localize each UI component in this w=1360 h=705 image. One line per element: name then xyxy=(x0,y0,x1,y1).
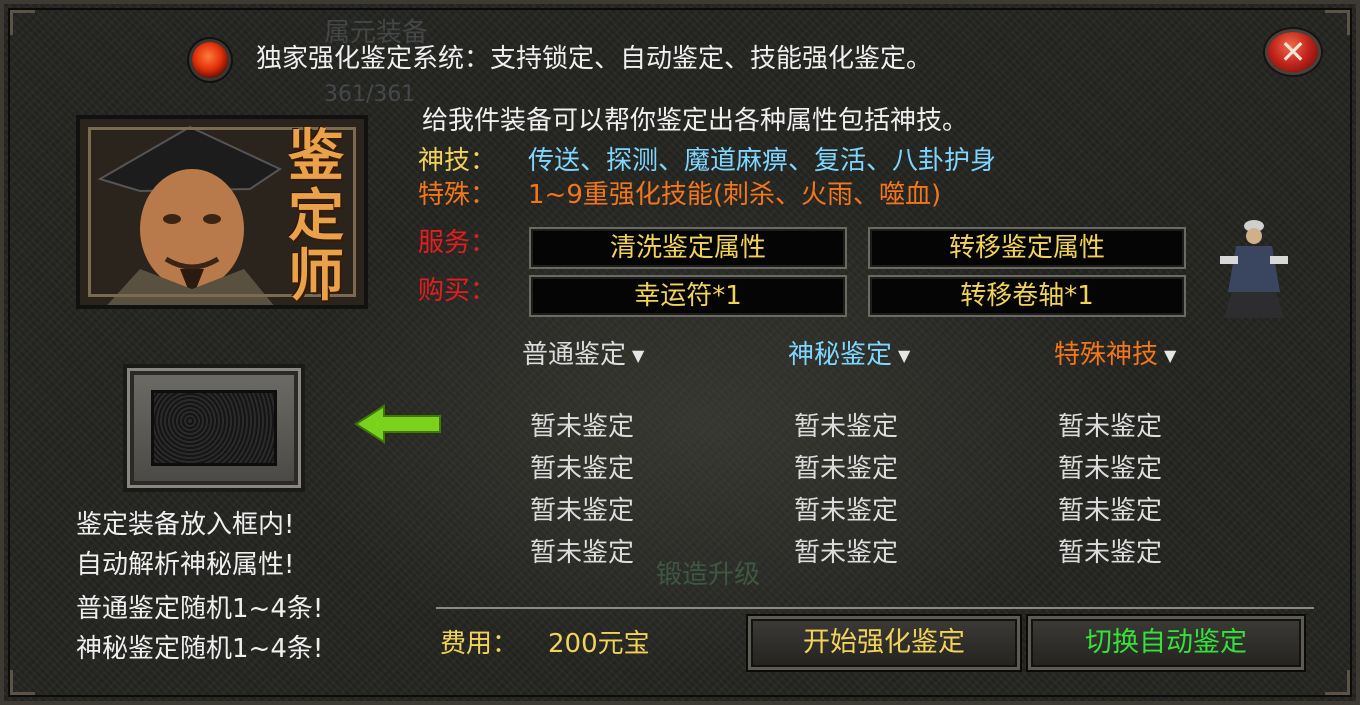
column-mystic-title: 神秘鉴定 xyxy=(788,340,893,370)
instruction-line: 神秘鉴定随机1~4条! xyxy=(76,634,324,664)
cost-label: 费用： xyxy=(440,629,519,659)
special-label: 特殊： xyxy=(418,180,497,210)
mystic-result: 暂未鉴定 xyxy=(794,496,899,526)
column-normal-title: 普通鉴定 xyxy=(522,340,627,370)
instruction-line: 鉴定装备放入框内! xyxy=(76,510,295,540)
normal-result: 暂未鉴定 xyxy=(530,496,635,526)
portrait-title-char: 鉴 xyxy=(288,123,344,189)
dialog-title: 独家强化鉴定系统：支持锁定、自动鉴定、技能强化鉴定。 xyxy=(256,44,933,74)
start-identify-button[interactable]: 开始强化鉴定 xyxy=(748,616,1020,670)
clean-identify-button[interactable]: 清洗鉴定属性 xyxy=(529,227,847,269)
instruction-line: 普通鉴定随机1~4条! xyxy=(76,594,324,624)
frame-corner xyxy=(10,670,35,695)
instruction-line: 自动解析神秘属性! xyxy=(76,550,295,580)
cost-value: 200元宝 xyxy=(548,629,650,659)
mystic-result: 暂未鉴定 xyxy=(794,538,899,568)
identify-dialog: 属元装备 361/361 独家强化鉴定系统：支持锁定、自动鉴定、技能强化鉴定。 … xyxy=(0,0,1360,705)
identifier-npc-portrait: 鉴 定 师 xyxy=(76,115,368,309)
normal-result: 暂未鉴定 xyxy=(530,454,635,484)
chevron-down-icon: ▼ xyxy=(898,345,911,365)
toggle-auto-identify-button[interactable]: 切换自动鉴定 xyxy=(1028,616,1304,670)
skills-list: 传送、探测、魔道麻痹、复活、八卦护身 xyxy=(528,146,997,176)
equipment-slot[interactable] xyxy=(123,364,305,492)
red-orb-icon xyxy=(192,42,228,78)
frame-corner xyxy=(1325,670,1350,695)
intro-text: 给我件装备可以帮你鉴定出各种属性包括神技。 xyxy=(422,106,969,136)
column-special-header[interactable]: 特殊神技 ▼ xyxy=(1054,340,1176,371)
buy-lucky-charm-button[interactable]: 幸运符*1 xyxy=(529,275,847,317)
special-desc: 1~9重强化技能(刺杀、火雨、噬血) xyxy=(528,180,942,210)
purchase-label: 购买： xyxy=(418,276,497,306)
ghost-hp: 361/361 xyxy=(324,82,416,107)
special-result: 暂未鉴定 xyxy=(1058,454,1163,484)
column-mystic-header[interactable]: 神秘鉴定 ▼ xyxy=(788,340,910,371)
column-normal-header[interactable]: 普通鉴定 ▼ xyxy=(522,340,644,371)
divider xyxy=(436,607,1314,609)
portrait-title-char: 师 xyxy=(288,243,344,309)
close-icon[interactable]: ✕ xyxy=(1268,32,1318,72)
slot-well xyxy=(151,390,277,466)
portrait-title-char: 定 xyxy=(288,183,344,249)
column-special-title: 特殊神技 xyxy=(1054,340,1159,370)
skills-label: 神技： xyxy=(418,146,497,176)
frame-corner xyxy=(1325,10,1350,35)
mystic-result: 暂未鉴定 xyxy=(794,412,899,442)
chevron-down-icon: ▼ xyxy=(632,345,645,365)
chevron-down-icon: ▼ xyxy=(1164,345,1177,365)
ghost-forge-text: 锻造升级 xyxy=(656,560,761,590)
mystic-result: 暂未鉴定 xyxy=(794,454,899,484)
special-result: 暂未鉴定 xyxy=(1058,538,1163,568)
normal-result: 暂未鉴定 xyxy=(530,538,635,568)
buy-transfer-scroll-button[interactable]: 转移卷轴*1 xyxy=(868,275,1186,317)
special-result: 暂未鉴定 xyxy=(1058,496,1163,526)
transfer-identify-button[interactable]: 转移鉴定属性 xyxy=(868,227,1186,269)
green-arrow-icon xyxy=(354,404,441,444)
services-label: 服务： xyxy=(418,228,497,258)
normal-result: 暂未鉴定 xyxy=(530,412,635,442)
special-result: 暂未鉴定 xyxy=(1058,412,1163,442)
npc-figure-icon xyxy=(1220,220,1288,318)
frame-corner xyxy=(10,10,35,35)
